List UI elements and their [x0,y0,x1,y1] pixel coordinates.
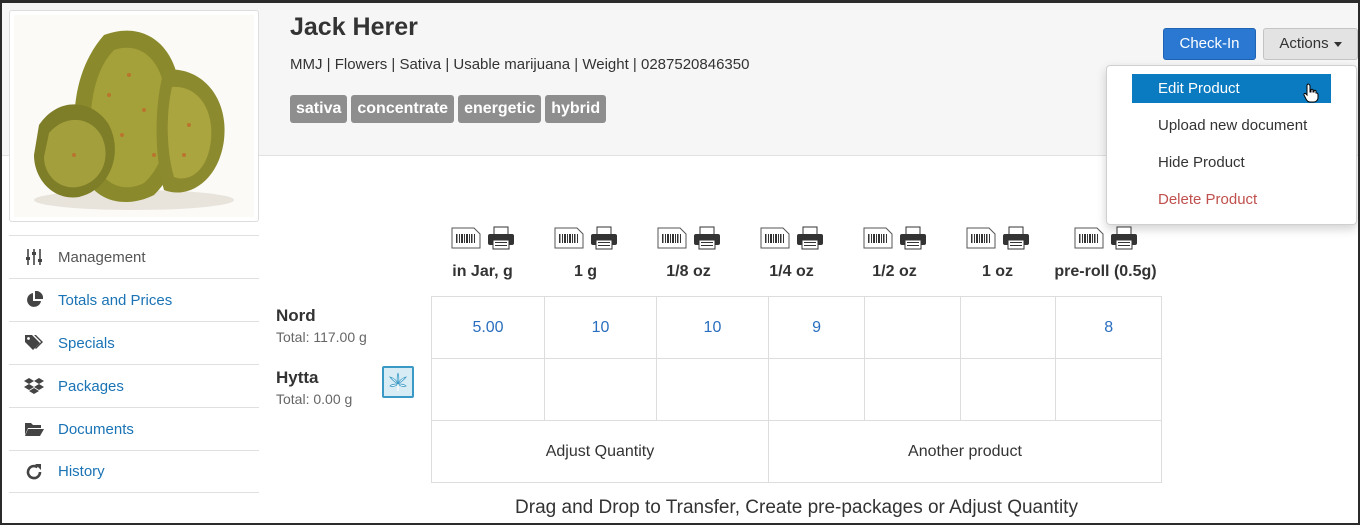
location-total: Total: 117.00 g [276,329,367,345]
tags-icon [24,333,44,353]
sidebar-item-totals-prices[interactable]: Totals and Prices [9,278,259,321]
menu-item-hide-product[interactable]: Hide Product [1132,148,1331,177]
menu-item-delete-product[interactable]: Delete Product [1132,185,1331,214]
location-nord: Nord Total: 117.00 g [276,306,367,345]
sidebar-item-management[interactable]: Management [9,235,259,278]
tag-badge[interactable]: concentrate [351,95,455,123]
printer-icon[interactable] [796,226,824,250]
grid-cell[interactable]: 10 [544,296,657,359]
barcode-label-icon[interactable] [966,227,996,249]
table-row [430,358,1162,421]
barcode-label-icon[interactable] [760,227,790,249]
menu-item-edit-product[interactable]: Edit Product [1132,74,1331,103]
grid-cell[interactable] [864,358,961,421]
sidebar-item-label: Management [58,248,146,266]
folder-open-icon [24,419,44,439]
column-header: 1/4 oz [740,223,843,281]
inventory-grid: 5.00 10 10 9 8 Adjust Quantity Another p… [430,296,1163,483]
column-label: pre-roll (0.5g) [1054,263,1157,280]
location-hytta: Hytta Total: 0.00 g [276,368,352,407]
grid-cell[interactable] [959,358,1057,421]
app-frame: Jack Herer MMJ | Flowers | Sativa | Usab… [0,0,1360,525]
sidebar-item-label: Totals and Prices [58,291,173,309]
location-name: Nord [276,306,316,325]
location-name: Hytta [276,368,319,387]
menu-item-upload-document[interactable]: Upload new document [1132,111,1331,140]
column-header: 1/2 oz [843,223,946,281]
sidebar-item-packages[interactable]: Packages [9,364,259,407]
actions-dropdown-button[interactable]: Actions [1263,28,1358,60]
product-title: Jack Herer [290,13,418,41]
tag-badge[interactable]: hybrid [545,95,607,123]
actions-label: Actions [1279,35,1329,52]
printer-icon[interactable] [1110,226,1138,250]
barcode-label-icon[interactable] [451,227,481,249]
pie-chart-icon [24,290,44,310]
drop-zone-row: Adjust Quantity Another product [431,420,1163,483]
refresh-icon [24,462,44,482]
sidebar-item-label: Specials [58,334,115,352]
table-row: 5.00 10 10 9 8 [430,296,1162,359]
printer-icon[interactable] [693,226,721,250]
column-label: in Jar, g [452,263,513,280]
product-photo [9,10,259,222]
sidebar-item-label: Packages [58,377,124,395]
column-label: 1 g [573,263,598,280]
sidebar: Management Totals and Prices Specials Pa… [9,235,259,493]
sidebar-item-documents[interactable]: Documents [9,407,259,450]
cannabis-leaf-icon[interactable] [382,366,414,398]
column-header: 1 g [534,223,637,281]
dropbox-icon [24,376,44,396]
grid-cell[interactable] [767,358,866,421]
sidebar-item-label: History [58,463,105,480]
another-product-drop-zone[interactable]: Another product [767,420,1163,483]
printer-icon[interactable] [590,226,618,250]
grid-cell[interactable]: 5.00 [430,296,546,359]
grid-cell[interactable] [655,358,769,421]
grid-cell[interactable] [864,296,961,359]
drag-drop-hint: Drag and Drop to Transfer, Create pre-pa… [515,497,1078,518]
tag-badge[interactable]: sativa [290,95,348,123]
column-label: 1 oz [981,263,1014,280]
product-image [14,15,254,217]
barcode-label-icon[interactable] [1074,227,1104,249]
column-label: 1/8 oz [666,263,711,280]
grid-cell[interactable] [544,358,657,421]
printer-icon[interactable] [487,226,515,250]
caret-down-icon [1333,41,1342,47]
printer-icon[interactable] [899,226,927,250]
location-total: Total: 0.00 g [276,391,353,407]
sidebar-item-history[interactable]: History [9,450,259,493]
actions-menu: Edit Product Upload new document Hide Pr… [1106,65,1357,225]
tag-list: sativa concentrate energetic hybrid [290,95,607,123]
column-label: 1/4 oz [769,263,814,280]
grid-cell[interactable] [430,358,546,421]
hand-cursor-icon [1303,83,1319,103]
column-label: 1/2 oz [872,263,917,280]
checkin-button[interactable]: Check-In [1163,28,1256,60]
sidebar-item-specials[interactable]: Specials [9,321,259,364]
column-header: in Jar, g [431,223,534,281]
menu-item-label: Edit Product [1158,80,1240,97]
adjust-quantity-drop-zone[interactable]: Adjust Quantity [431,420,769,483]
grid-cell[interactable]: 8 [1055,296,1162,359]
column-header: 1/8 oz [637,223,740,281]
sliders-icon [24,247,44,267]
grid-cell[interactable]: 10 [655,296,769,359]
printer-icon[interactable] [1002,226,1030,250]
grid-cell[interactable] [1055,358,1162,421]
grid-cell[interactable] [959,296,1057,359]
grid-cell[interactable]: 9 [767,296,866,359]
sidebar-item-label: Documents [58,420,134,438]
column-header: pre-roll (0.5g) [1049,223,1162,281]
barcode-label-icon[interactable] [863,227,893,249]
barcode-label-icon[interactable] [657,227,687,249]
barcode-label-icon[interactable] [554,227,584,249]
product-subtitle: MMJ | Flowers | Sativa | Usable marijuan… [290,56,750,73]
column-header: 1 oz [946,223,1049,281]
tag-badge[interactable]: energetic [458,95,542,123]
